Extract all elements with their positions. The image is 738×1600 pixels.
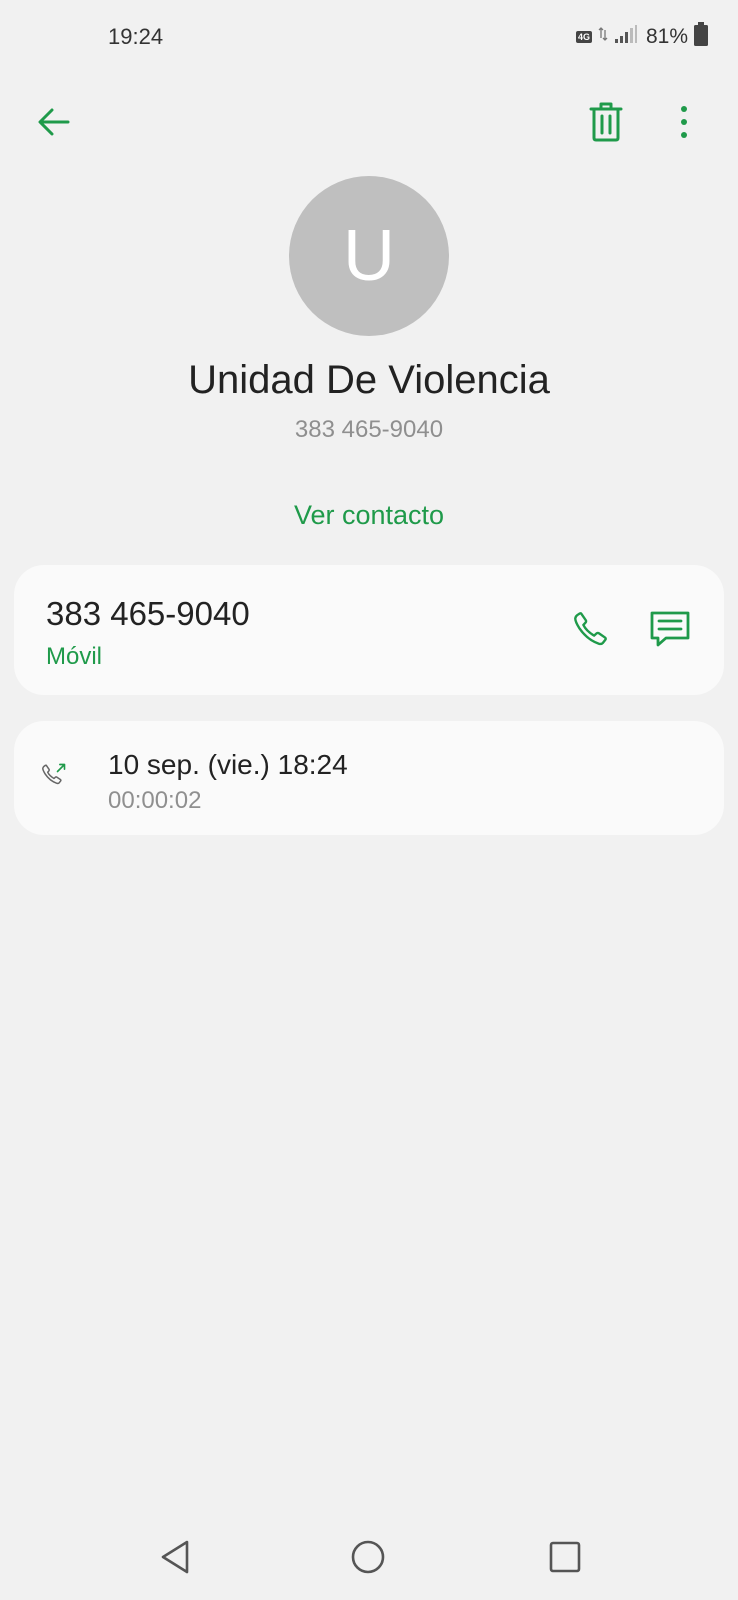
avatar: U: [289, 176, 449, 336]
phone-icon: [571, 610, 609, 653]
view-contact-link[interactable]: Ver contacto: [0, 500, 738, 531]
phone-number: 383 465-9040: [46, 595, 250, 632]
delete-button[interactable]: [580, 98, 632, 150]
back-button[interactable]: [28, 98, 80, 150]
battery-percent: 81%: [645, 24, 688, 48]
top-app-bar: [0, 90, 738, 154]
network-type-badge: 4G: [575, 30, 592, 43]
contact-number: 383 465-9040: [294, 416, 444, 443]
status-icons: 4G 81%: [575, 22, 708, 51]
call-log-entry[interactable]: 10 sep. (vie.) 18:24 00:00:02: [14, 721, 724, 835]
contact-name: Unidad De Violencia: [188, 358, 550, 402]
call-button[interactable]: [562, 603, 618, 659]
status-bar: 19:24 4G 81%: [0, 0, 738, 72]
nav-back-button[interactable]: [150, 1534, 200, 1584]
circle-home-icon: [350, 1539, 386, 1580]
status-time: 19:24: [108, 24, 164, 49]
more-options-button[interactable]: [660, 98, 708, 150]
signal-icon: [614, 24, 638, 49]
call-details-screen: 19:24 4G 81% U Unidad De Violencia 383 4…: [0, 0, 738, 1600]
message-button[interactable]: [642, 603, 698, 659]
call-date: 10 sep. (vie.) 18:24: [108, 749, 348, 780]
outgoing-call-icon: [40, 761, 72, 793]
phone-number-card: 383 465-9040 Móvil: [14, 565, 724, 695]
battery-icon: [694, 22, 708, 51]
arrow-left-icon: [36, 104, 72, 145]
data-arrows-icon: [598, 26, 608, 47]
phone-type-label: Móvil: [46, 643, 103, 670]
navigation-bar: [0, 1520, 738, 1600]
more-vertical-icon: [680, 105, 688, 144]
nav-home-button[interactable]: [343, 1534, 393, 1584]
nav-recents-button[interactable]: [540, 1534, 590, 1584]
trash-icon: [589, 102, 623, 147]
square-recents-icon: [548, 1540, 582, 1579]
call-duration: 00:00:02: [108, 787, 202, 814]
triangle-back-icon: [159, 1539, 191, 1580]
message-icon: [650, 610, 690, 653]
